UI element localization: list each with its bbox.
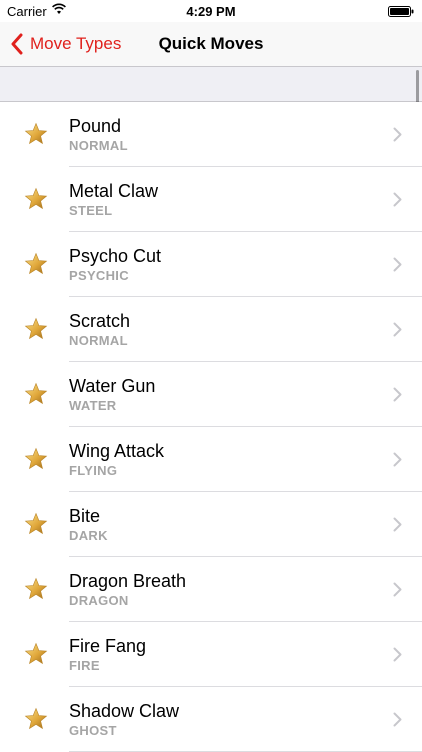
gold-star-icon (24, 447, 48, 471)
move-row[interactable]: Shadow Claw GHOST (0, 687, 422, 752)
chevron-right-icon (393, 647, 402, 662)
chevron-right-icon (393, 712, 402, 727)
gold-star-icon (24, 642, 48, 666)
move-list: Pound NORMAL Metal Claw STEEL Psycho Cut PSYC… (0, 102, 422, 752)
chevron-right-icon (393, 257, 402, 272)
status-bar: Carrier 4:29 PM (0, 0, 422, 22)
chevron-right-icon (393, 322, 402, 337)
move-type: WATER (69, 398, 117, 413)
move-name: Wing Attack (69, 441, 165, 461)
gold-star-icon (24, 187, 48, 211)
chevron-right-icon (393, 452, 402, 467)
navigation-bar: Move Types Quick Moves (0, 22, 422, 67)
move-row[interactable]: Psycho Cut PSYCHIC (0, 232, 422, 297)
move-row[interactable]: Scratch NORMAL (0, 297, 422, 362)
move-row[interactable]: Dragon Breath DRAGON (0, 557, 422, 622)
gold-star-icon (24, 252, 48, 276)
chevron-right-icon (393, 517, 402, 532)
chevron-right-icon (393, 192, 402, 207)
gold-star-icon (24, 577, 48, 601)
move-name: Scratch (69, 311, 131, 331)
move-type: PSYCHIC (69, 268, 129, 283)
move-type: STEEL (69, 203, 113, 218)
chevron-right-icon (393, 387, 402, 402)
chevron-right-icon (393, 127, 402, 142)
move-name: Fire Fang (69, 636, 147, 656)
move-type: FIRE (69, 658, 100, 673)
status-time: 4:29 PM (186, 4, 236, 19)
move-name: Metal Claw (69, 181, 159, 201)
move-row[interactable]: Pound NORMAL (0, 102, 422, 167)
battery-icon (388, 6, 414, 17)
move-name: Bite (69, 506, 101, 526)
move-row[interactable]: Water Gun WATER (0, 362, 422, 427)
move-name: Water Gun (69, 376, 156, 396)
gold-star-icon (24, 707, 48, 731)
move-row[interactable]: Fire Fang FIRE (0, 622, 422, 687)
gold-star-icon (24, 122, 48, 146)
chevron-right-icon (393, 582, 402, 597)
move-type: NORMAL (69, 138, 128, 153)
move-type: DARK (69, 528, 108, 543)
move-type: DRAGON (69, 593, 129, 608)
move-name: Psycho Cut (69, 246, 162, 266)
gold-star-icon (24, 512, 48, 536)
move-type: GHOST (69, 723, 117, 738)
move-row[interactable]: Metal Claw STEEL (0, 167, 422, 232)
move-name: Dragon Breath (69, 571, 187, 591)
move-row[interactable]: Bite DARK (0, 492, 422, 557)
move-type: NORMAL (69, 333, 128, 348)
move-name: Shadow Claw (69, 701, 180, 721)
gold-star-icon (24, 382, 48, 406)
move-row[interactable]: Wing Attack FLYING (0, 427, 422, 492)
section-header (0, 67, 422, 102)
move-type: FLYING (69, 463, 118, 478)
gold-star-icon (24, 317, 48, 341)
page-title: Quick Moves (158, 34, 264, 53)
move-name: Pound (69, 116, 122, 136)
